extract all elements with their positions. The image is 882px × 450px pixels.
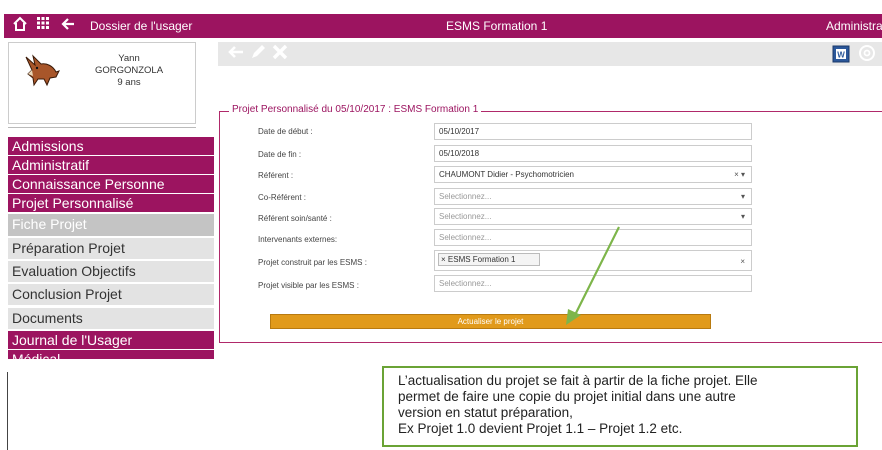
administration-link[interactable]: Administrat [826,19,882,33]
menu-item-preparation-projet[interactable]: Préparation Projet [8,238,214,259]
at-icon[interactable] [858,44,876,68]
menu-item-fiche-projet[interactable]: Fiche Projet [8,214,214,236]
care-referent-label: Référent soin/santé : [258,214,332,223]
note-line: permet de faire une copie du projet init… [398,389,736,404]
establishment-title: ESMS Formation 1 [446,19,548,33]
fox-avatar [23,53,61,92]
svg-text:W: W [837,51,845,60]
co-referent-select[interactable]: Selectionnez... ▾ [434,188,752,205]
note-line: Ex Projet 1.0 devient Projet 1.1 – Proje… [398,421,683,436]
close-icon[interactable] [270,42,290,68]
menu-item-journal-usager[interactable]: Journal de l'Usager [8,331,214,349]
patient-first-name: Yann [118,53,140,64]
update-project-button[interactable]: Actualiser le projet [270,314,711,329]
visible-by-esms-label: Projet visible par les ESMS : [258,281,359,290]
annotation-note: L’actualisation du projet se fait à part… [382,366,858,447]
chevron-down-icon[interactable]: ▾ [741,189,745,204]
action-toolbar: W [218,42,882,66]
divider [8,127,196,128]
start-date-label: Date de début : [258,127,313,136]
external-contributors-label: Intervenants externes: [258,235,338,244]
menu-item-admissions[interactable]: Admissions [8,137,214,155]
start-date-input[interactable]: 05/10/2017 [434,123,752,140]
patient-last-name: GORGONZOLA [94,65,164,76]
arrow-left-icon[interactable] [60,16,76,38]
menu-item-connaissance-personne[interactable]: Connaissance Personne [8,175,214,193]
care-referent-select[interactable]: Selectionnez... ▾ [434,208,752,225]
menu-item-projet-personnalise[interactable]: Projet Personnalisé [8,194,214,212]
note-line: version en statut préparation, [398,405,573,420]
section-title: Dossier de l'usager [90,19,193,33]
grid-icon[interactable] [36,16,50,36]
home-icon[interactable] [12,16,28,38]
top-bar: Dossier de l'usager ESMS Formation 1 Adm… [4,14,882,38]
esms-tag[interactable]: × ESMS Formation 1 [438,253,541,266]
pencil-icon[interactable] [248,42,268,68]
patient-card: Yann GORGONZOLA 9 ans [8,42,196,124]
menu-item-conclusion-projet[interactable]: Conclusion Projet [8,284,214,305]
end-date-label: Date de fin : [258,150,302,159]
menu-item-documents[interactable]: Documents [8,308,214,329]
project-legend: Projet Personnalisé du 05/10/2017 : ESMS… [229,103,482,117]
menu-item-medical[interactable]: Médical [8,350,214,359]
menu-item-administratif[interactable]: Administratif [8,156,214,174]
end-date-input[interactable]: 05/10/2018 [434,145,752,162]
annotation-arrow [566,226,620,325]
clear-dropdown-icon[interactable]: × ▾ [734,167,745,182]
co-referent-label: Co-Référent : [258,193,307,202]
referent-select[interactable]: CHAUMONT Didier - Psychomotricien × ▾ [434,166,752,183]
arrow-left-icon[interactable] [226,42,246,68]
chevron-down-icon[interactable]: ▾ [741,209,745,224]
divider [7,372,8,450]
word-icon[interactable]: W [832,45,850,69]
clear-icon[interactable]: × [740,254,745,269]
menu-item-evaluation-objectifs[interactable]: Evaluation Objectifs [8,261,214,282]
referent-label: Référent : [258,171,294,180]
patient-age: 9 ans [117,77,141,88]
built-by-esms-label: Projet construit par les ESMS : [258,258,367,267]
note-line: L’actualisation du projet se fait à part… [398,373,758,388]
